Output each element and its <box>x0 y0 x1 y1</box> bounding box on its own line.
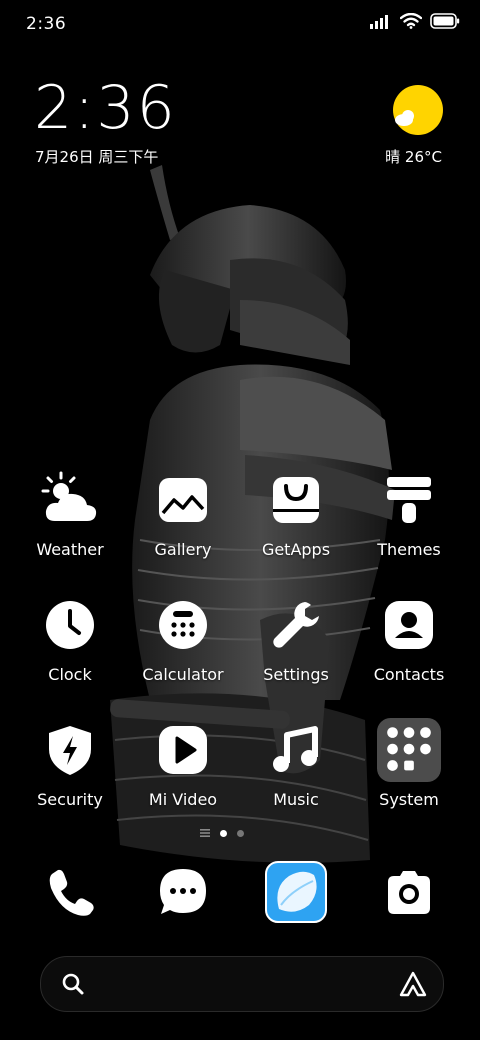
system-folder-icon <box>377 718 441 782</box>
sunny-icon[interactable] <box>392 84 444 136</box>
battery-icon <box>430 13 460 29</box>
app-getapps[interactable]: GetApps <box>240 468 352 559</box>
gallery-icon <box>159 478 207 522</box>
app-themes[interactable]: Themes <box>353 468 465 559</box>
app-weather[interactable]: Weather <box>14 468 126 559</box>
clock-widget-date: 7月26日 周三下午 <box>35 148 159 166</box>
page-indicator[interactable] <box>200 828 244 838</box>
app-music[interactable]: Music <box>240 718 352 809</box>
app-label: Themes <box>377 540 441 559</box>
page-dot-active <box>220 829 227 837</box>
page-list-icon <box>200 829 210 837</box>
app-calculator[interactable]: Calculator <box>127 593 239 684</box>
weather-icon <box>41 471 97 521</box>
app-label: Calculator <box>142 665 224 684</box>
app-mi-video[interactable]: Mi Video <box>127 718 239 809</box>
mi-video-icon <box>159 726 207 774</box>
app-system-folder[interactable]: System <box>353 718 465 809</box>
dock-phone[interactable] <box>38 860 102 924</box>
page-dot <box>237 829 244 837</box>
app-label: Gallery <box>154 540 212 559</box>
cellular-signal-icon <box>370 15 388 29</box>
status-time: 2:36 <box>26 14 67 34</box>
weather-widget-text: 晴 26°C <box>385 148 442 166</box>
app-label: Weather <box>36 540 104 559</box>
phone-icon <box>49 869 94 916</box>
security-icon <box>49 726 91 775</box>
app-label: Music <box>273 790 319 809</box>
app-contacts[interactable]: Contacts <box>353 593 465 684</box>
app-label: GetApps <box>261 540 331 559</box>
contacts-icon <box>385 601 433 649</box>
getapps-icon <box>273 477 319 523</box>
wifi-icon <box>400 13 422 29</box>
app-label: Contacts <box>373 665 445 684</box>
status-icons <box>370 13 460 29</box>
app-label: Settings <box>263 665 329 684</box>
calculator-icon <box>159 601 207 649</box>
themes-icon <box>387 477 431 523</box>
music-icon <box>273 726 318 772</box>
status-bar: 2:36 <box>0 0 480 50</box>
camera-icon <box>388 871 430 914</box>
search-icon <box>62 973 84 995</box>
dock-browser[interactable] <box>264 860 328 924</box>
app-label: Security <box>37 790 103 809</box>
app-clock[interactable]: Clock <box>14 593 126 684</box>
app-label: Clock <box>48 665 92 684</box>
browser-icon <box>265 861 327 923</box>
clock-widget-time[interactable]: 2:36 <box>34 78 177 138</box>
messages-icon <box>160 869 206 914</box>
app-gallery[interactable]: Gallery <box>127 468 239 559</box>
search-bar[interactable] <box>40 956 444 1012</box>
settings-icon <box>273 602 319 648</box>
assistant-icon[interactable] <box>399 971 427 997</box>
dock-messages[interactable] <box>151 860 215 924</box>
app-label: Mi Video <box>148 790 218 809</box>
dock-camera[interactable] <box>377 860 441 924</box>
clock-icon <box>46 601 94 649</box>
app-security[interactable]: Security <box>14 718 126 809</box>
app-label: System <box>379 790 439 809</box>
app-settings[interactable]: Settings <box>240 593 352 684</box>
